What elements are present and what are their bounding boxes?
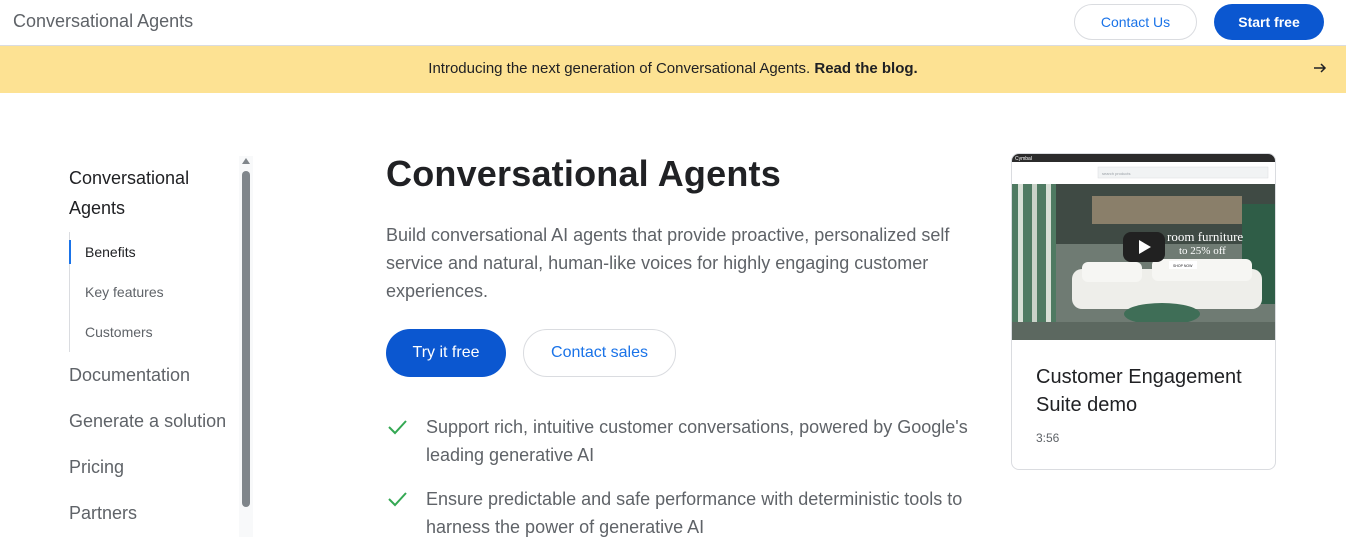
brand-name[interactable]: Conversational Agents: [13, 11, 193, 32]
sidebar-title[interactable]: Conversational Agents: [69, 163, 239, 223]
scroll-up-arrow-icon[interactable]: [242, 158, 250, 164]
thumbnail-offer: to 25% off: [1179, 245, 1226, 257]
scrollbar-thumb[interactable]: [242, 171, 250, 507]
arrow-right-icon[interactable]: [1312, 58, 1328, 78]
contact-us-button[interactable]: Contact Us: [1074, 4, 1197, 40]
sidebar-nav: Conversational Agents Benefits Key featu…: [0, 93, 260, 537]
try-it-free-button[interactable]: Try it free: [386, 329, 506, 377]
page-title: Conversational Agents: [386, 153, 781, 194]
sidebar-item-benefits[interactable]: Benefits: [69, 232, 234, 272]
sidebar-scrollbar[interactable]: [239, 156, 253, 537]
contact-sales-button[interactable]: Contact sales: [523, 329, 676, 377]
announcement-banner[interactable]: Introducing the next generation of Conve…: [0, 46, 1346, 93]
feature-text: Support rich, intuitive customer convers…: [426, 417, 968, 465]
thumbnail-headline: room furniture: [1167, 229, 1243, 244]
sidebar-item-customers[interactable]: Customers: [70, 312, 234, 352]
checkmark-icon: [388, 420, 407, 435]
checkmark-icon: [388, 492, 407, 507]
video-card[interactable]: Cymbal search products room furniture to…: [1011, 153, 1276, 470]
page-description: Build conversational AI agents that prov…: [386, 225, 950, 301]
thumbnail-search-text: search products: [1102, 171, 1130, 176]
sidebar-item-pricing[interactable]: Pricing: [69, 457, 124, 478]
thumbnail-cta: SHOP NOW: [1173, 264, 1193, 268]
thumbnail-brand: Cymbal: [1015, 156, 1032, 162]
top-bar: Conversational Agents Contact Us Start f…: [0, 0, 1346, 46]
banner-message: Introducing the next generation of Conve…: [0, 60, 1346, 77]
video-title[interactable]: Customer Engagement Suite demo: [1036, 363, 1261, 419]
sidebar-item-documentation[interactable]: Documentation: [69, 365, 190, 386]
banner-text: Introducing the next generation of Conve…: [428, 60, 815, 77]
banner-blog-link[interactable]: Read the blog.: [814, 60, 917, 77]
video-duration: 3:56: [1036, 431, 1060, 445]
sidebar-item-partners[interactable]: Partners: [69, 503, 137, 524]
video-thumbnail[interactable]: Cymbal search products room furniture to…: [1012, 154, 1275, 340]
sidebar-item-generate-solution[interactable]: Generate a solution: [69, 411, 226, 432]
start-free-button[interactable]: Start free: [1214, 4, 1324, 40]
play-icon[interactable]: [1123, 232, 1165, 262]
sidebar-item-key-features[interactable]: Key features: [70, 272, 234, 312]
sidebar-subnav: Benefits Key features Customers: [69, 232, 234, 352]
feature-text: Ensure predictable and safe performance …: [426, 489, 963, 537]
